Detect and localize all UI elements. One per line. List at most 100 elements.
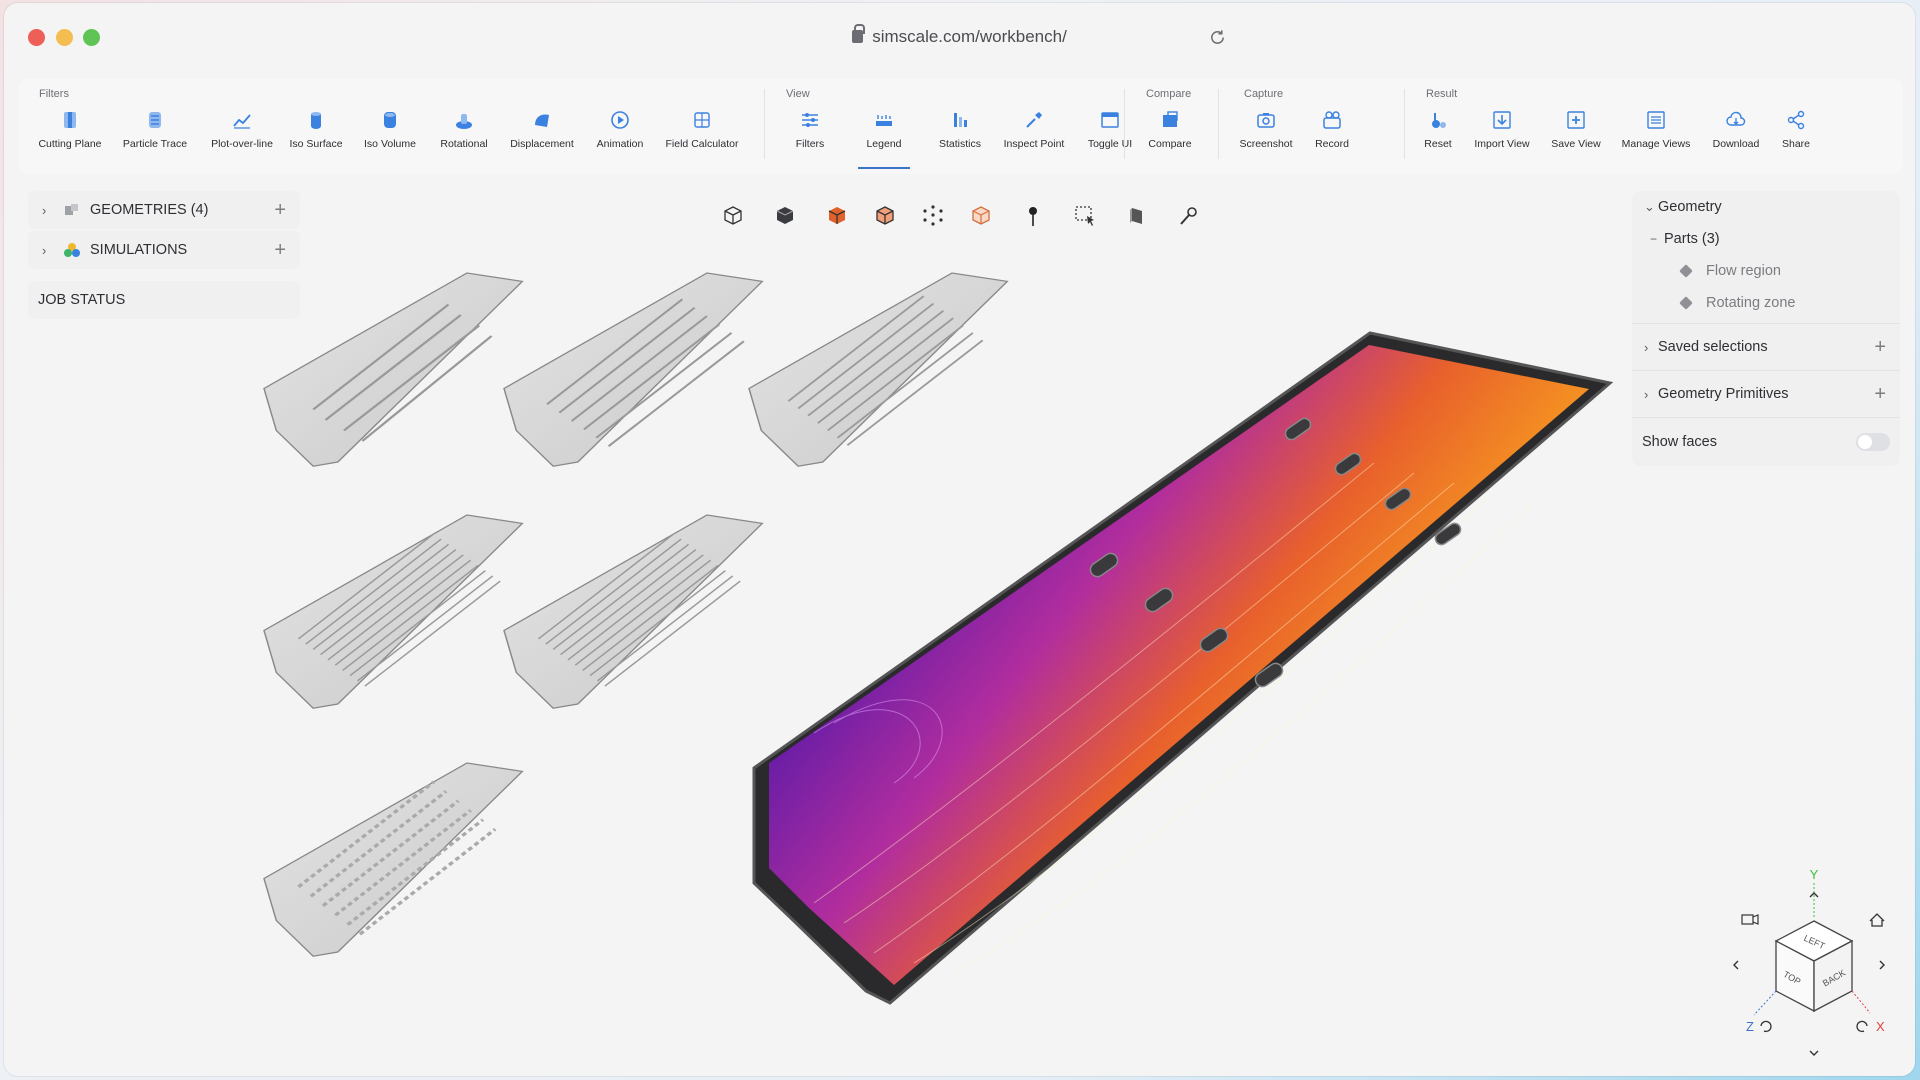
filters-button[interactable]: Filters bbox=[770, 109, 850, 169]
displacement-icon bbox=[535, 114, 549, 127]
geometry-plate-2[interactable] bbox=[503, 272, 764, 467]
save-view-button[interactable]: Save View bbox=[1536, 109, 1616, 169]
axis-x-label: X bbox=[1876, 1019, 1885, 1034]
compare-icon bbox=[1163, 111, 1178, 127]
animation-label: Animation bbox=[596, 138, 644, 150]
chevron-right-icon[interactable]: › bbox=[42, 203, 56, 218]
surface-cube-icon[interactable] bbox=[824, 203, 850, 229]
chevron-right-icon[interactable]: › bbox=[1632, 340, 1658, 355]
camera-icon[interactable] bbox=[1741, 914, 1754, 925]
geometry-plate-1[interactable] bbox=[263, 272, 524, 467]
home-view-icon[interactable] bbox=[1869, 913, 1885, 927]
title-bar: simscale.com/workbench/ bbox=[4, 3, 1915, 71]
show-faces-toggle[interactable] bbox=[1856, 433, 1890, 451]
chevron-down-icon[interactable]: ⌄ bbox=[1632, 199, 1658, 215]
rotate-left-icon[interactable] bbox=[1733, 960, 1739, 970]
plot-over-line-icon bbox=[233, 114, 251, 129]
field-calculator-button[interactable]: Field Calculator bbox=[662, 109, 742, 169]
group-label-filters: Filters bbox=[39, 88, 69, 100]
share-icon bbox=[1787, 110, 1805, 130]
displacement-button[interactable]: Displacement bbox=[502, 109, 582, 169]
collapse-icon[interactable]: − bbox=[1638, 232, 1664, 246]
geometry-plate-5[interactable] bbox=[503, 514, 764, 709]
navigation-cube[interactable]: LEFT TOP BACK Y Z X bbox=[1724, 863, 1904, 1063]
record-icon bbox=[1323, 111, 1341, 129]
field-calculator-label: Field Calculator bbox=[665, 138, 739, 150]
box-select-icon[interactable] bbox=[1072, 203, 1098, 229]
cutting-plane-button[interactable]: Cutting Plane bbox=[30, 109, 110, 169]
solid-cube-icon[interactable] bbox=[772, 203, 798, 229]
part-item-flow-region[interactable]: Flow region bbox=[1632, 255, 1900, 287]
toolbar-divider bbox=[1218, 89, 1219, 159]
inspect-point-button[interactable]: Inspect Point bbox=[994, 109, 1074, 169]
geometries-label: GEOMETRIES (4) bbox=[90, 202, 209, 218]
reload-icon[interactable] bbox=[1208, 28, 1227, 47]
import-view-icon bbox=[1493, 111, 1511, 129]
geometry-plate-4[interactable] bbox=[263, 514, 524, 709]
result-group: Result Reset Import View Save View Manag… bbox=[1410, 79, 1890, 174]
rotational-button[interactable]: Rotational bbox=[424, 109, 504, 169]
manage-views-button[interactable]: Manage Views bbox=[1616, 109, 1696, 169]
compare-button[interactable]: Compare bbox=[1130, 109, 1210, 169]
rotate-cw-icon[interactable] bbox=[1856, 1020, 1868, 1033]
section-view-icon[interactable] bbox=[1124, 203, 1150, 229]
transparent-cube-icon[interactable] bbox=[968, 203, 994, 229]
statistics-label: Statistics bbox=[938, 138, 981, 150]
geometry-primitives-row[interactable]: › Geometry Primitives + bbox=[1632, 375, 1900, 413]
geometry-section-label: Geometry bbox=[1658, 199, 1722, 215]
url-text: simscale.com/workbench/ bbox=[872, 27, 1067, 46]
plot-over-line-button[interactable]: Plot-over-line bbox=[202, 109, 282, 169]
manage-views-icon bbox=[1647, 111, 1665, 129]
chevron-right-icon[interactable]: › bbox=[1632, 387, 1658, 402]
part-cube-icon bbox=[1679, 264, 1693, 278]
address-bar[interactable]: simscale.com/workbench/ bbox=[4, 24, 1915, 47]
particle-trace-button[interactable]: Particle Trace bbox=[115, 109, 195, 169]
geometries-tree-row[interactable]: › GEOMETRIES (4) + bbox=[28, 191, 300, 229]
wireframe-cube-icon[interactable] bbox=[720, 203, 746, 229]
pin-icon[interactable] bbox=[1020, 203, 1046, 229]
part-item-rotating-zone[interactable]: Rotating zone bbox=[1632, 287, 1900, 319]
iso-volume-button[interactable]: Iso Volume bbox=[350, 109, 430, 169]
legend-button[interactable]: Legend bbox=[844, 109, 924, 169]
displacement-label: Displacement bbox=[510, 138, 574, 150]
surface-edges-cube-icon[interactable] bbox=[872, 203, 898, 229]
geometry-plate-6[interactable] bbox=[263, 762, 524, 957]
geometries-icon bbox=[65, 204, 78, 215]
add-saved-selection-button[interactable]: + bbox=[1874, 336, 1886, 359]
probe-tool-icon[interactable] bbox=[1176, 203, 1202, 229]
inspect-point-label: Inspect Point bbox=[1003, 138, 1065, 150]
import-view-button[interactable]: Import View bbox=[1462, 109, 1542, 169]
view-group: View Filters Legend Statistics Inspect P… bbox=[770, 79, 1132, 174]
rotate-ccw-icon[interactable] bbox=[1760, 1020, 1772, 1033]
add-geometry-primitive-button[interactable]: + bbox=[1874, 383, 1886, 406]
add-geometry-button[interactable]: + bbox=[274, 199, 286, 222]
toolbar-divider bbox=[1124, 89, 1125, 159]
right-sidebar: ⌄ Geometry − Parts (3) Flow region Rotat… bbox=[1632, 191, 1900, 466]
statistics-button[interactable]: Statistics bbox=[920, 109, 1000, 169]
iso-surface-button[interactable]: Iso Surface bbox=[276, 109, 356, 169]
geometry-plate-3[interactable] bbox=[748, 272, 1009, 467]
saved-selections-row[interactable]: › Saved selections + bbox=[1632, 328, 1900, 366]
share-button[interactable]: Share bbox=[1756, 109, 1836, 169]
points-cube-icon[interactable] bbox=[920, 203, 946, 229]
group-label-capture: Capture bbox=[1244, 88, 1284, 100]
record-button[interactable]: Record bbox=[1292, 109, 1372, 169]
save-view-label: Save View bbox=[1551, 138, 1601, 150]
simulations-icon bbox=[64, 243, 80, 257]
iso-volume-label: Iso Volume bbox=[364, 138, 416, 150]
geometry-section-header[interactable]: ⌄ Geometry bbox=[1632, 191, 1900, 223]
chevron-right-icon[interactable]: › bbox=[42, 243, 56, 258]
rotate-right-icon[interactable] bbox=[1879, 960, 1885, 970]
part-item-label: Rotating zone bbox=[1706, 295, 1796, 311]
3d-viewport[interactable] bbox=[254, 263, 1634, 1023]
animation-button[interactable]: Animation bbox=[580, 109, 660, 169]
add-simulation-button[interactable]: + bbox=[274, 239, 286, 262]
job-status-label: JOB STATUS bbox=[38, 292, 126, 308]
workbench-toolbar: Filters Cutting Plane Particle Trace Plo… bbox=[18, 79, 1903, 174]
rotate-down-icon[interactable] bbox=[1809, 1050, 1819, 1056]
parts-tree-row[interactable]: − Parts (3) bbox=[1632, 223, 1900, 255]
divider bbox=[1632, 417, 1900, 418]
capture-group: Capture Screenshot Record bbox=[1224, 79, 1414, 174]
flow-simulation-result[interactable] bbox=[752, 331, 1614, 1005]
download-icon bbox=[1726, 111, 1746, 126]
